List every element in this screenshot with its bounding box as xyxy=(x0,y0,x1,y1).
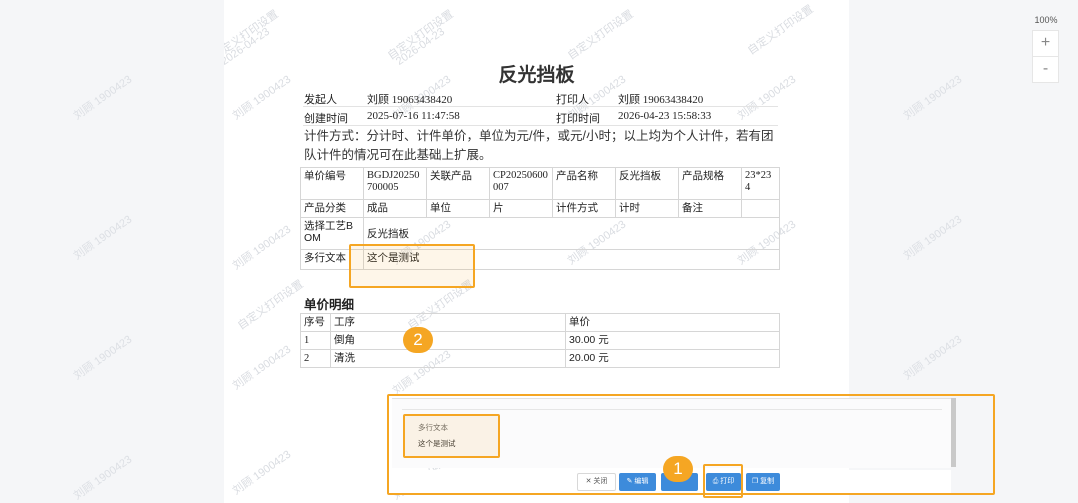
watermark-text: 刘顾 1900423 xyxy=(901,73,965,123)
detail-table: 序号 工序 单价 1 倒角 30.00 元 2 清洗 20.00 元 xyxy=(300,313,780,368)
highlight-frame xyxy=(387,394,995,495)
watermark-text: 刘顾 1900423 xyxy=(71,73,135,123)
table-row: 2 清洗 20.00 元 xyxy=(300,349,780,368)
table-cell: 清洗 xyxy=(330,349,566,368)
info-label: 产品名称 xyxy=(552,167,616,200)
document-title: 反光挡板 xyxy=(498,65,575,86)
info-label: 单位 xyxy=(426,199,490,218)
created-value: 2025-07-16 11:47:58 xyxy=(367,110,460,122)
printed-value: 2026-04-23 15:58:33 xyxy=(618,110,712,122)
step-badge: 2 xyxy=(403,327,433,353)
divider xyxy=(303,125,778,126)
watermark-text: 自定义打印设置 xyxy=(565,8,636,63)
table-row: 1 倒角 30.00 元 xyxy=(300,331,780,350)
watermark-text: 刘顾 1900423 xyxy=(901,213,965,263)
zoom-in-button[interactable]: + xyxy=(1032,30,1059,57)
table-cell: 1 xyxy=(300,331,331,350)
table-cell: 30.00 元 xyxy=(565,331,780,350)
watermark-text: 刘顾 1900423 xyxy=(230,343,294,393)
watermark-text: 刘顾 1900423 xyxy=(71,453,135,503)
watermark-text: 刘顾 1900423 xyxy=(901,333,965,383)
description-text: 计件方式：分计时、计件单价，单位为元/件，或元/小时；以上均为个人计件，若有团队… xyxy=(304,129,774,162)
printer-label: 打印人 xyxy=(556,94,589,106)
column-header: 单价 xyxy=(565,313,780,332)
info-label: 计件方式 xyxy=(552,199,616,218)
info-label: 产品分类 xyxy=(300,199,364,218)
info-value: 片 xyxy=(489,199,553,218)
section-title: 单价明细 xyxy=(304,298,355,312)
table-cell: 20.00 元 xyxy=(565,349,780,368)
watermark-text: 刘顾 1900423 xyxy=(230,223,294,273)
zoom-out-button[interactable]: - xyxy=(1032,56,1059,83)
info-label: 产品规格 xyxy=(678,167,742,200)
table-cell: 2 xyxy=(300,349,331,368)
watermark-text: 自定义打印设置 xyxy=(745,3,816,58)
info-label: 单价编号 xyxy=(300,167,364,200)
info-label: 备注 xyxy=(678,199,742,218)
created-label: 创建时间 xyxy=(304,113,348,125)
initiator-label: 发起人 xyxy=(304,94,337,106)
watermark-text: 自定义打印设置 xyxy=(235,278,306,333)
printer-value: 刘顾 19063438420 xyxy=(618,94,704,106)
divider xyxy=(303,106,778,107)
info-value: BGDJ20250700005 xyxy=(363,167,427,200)
info-value xyxy=(741,199,780,218)
info-label: 关联产品 xyxy=(426,167,490,200)
column-header: 工序 xyxy=(330,313,566,332)
info-value: 成品 xyxy=(363,199,427,218)
info-value: 计时 xyxy=(615,199,679,218)
watermark-text: 刘顾 1900423 xyxy=(71,213,135,263)
info-value: 23*234 xyxy=(741,167,780,200)
table-cell: 倒角 xyxy=(330,331,566,350)
printed-label: 打印时间 xyxy=(556,113,600,125)
initiator-row: 发起人 xyxy=(304,91,337,107)
table-row: 产品分类 成品 单位 片 计件方式 计时 备注 xyxy=(300,199,780,218)
table-row: 单价编号 BGDJ20250700005 关联产品 CP20250600007 … xyxy=(300,167,780,200)
info-value: CP20250600007 xyxy=(489,167,553,200)
initiator-value: 刘顾 19063438420 xyxy=(367,94,453,106)
table-header-row: 序号 工序 单价 xyxy=(300,313,780,332)
column-header: 序号 xyxy=(300,313,331,332)
info-value: 反光挡板 xyxy=(615,167,679,200)
zoom-level: 100% xyxy=(1034,15,1058,25)
watermark-text: 刘顾 1900423 xyxy=(71,333,135,383)
watermark-text: 刘顾 1900423 xyxy=(230,448,294,498)
highlight-box xyxy=(349,244,475,288)
